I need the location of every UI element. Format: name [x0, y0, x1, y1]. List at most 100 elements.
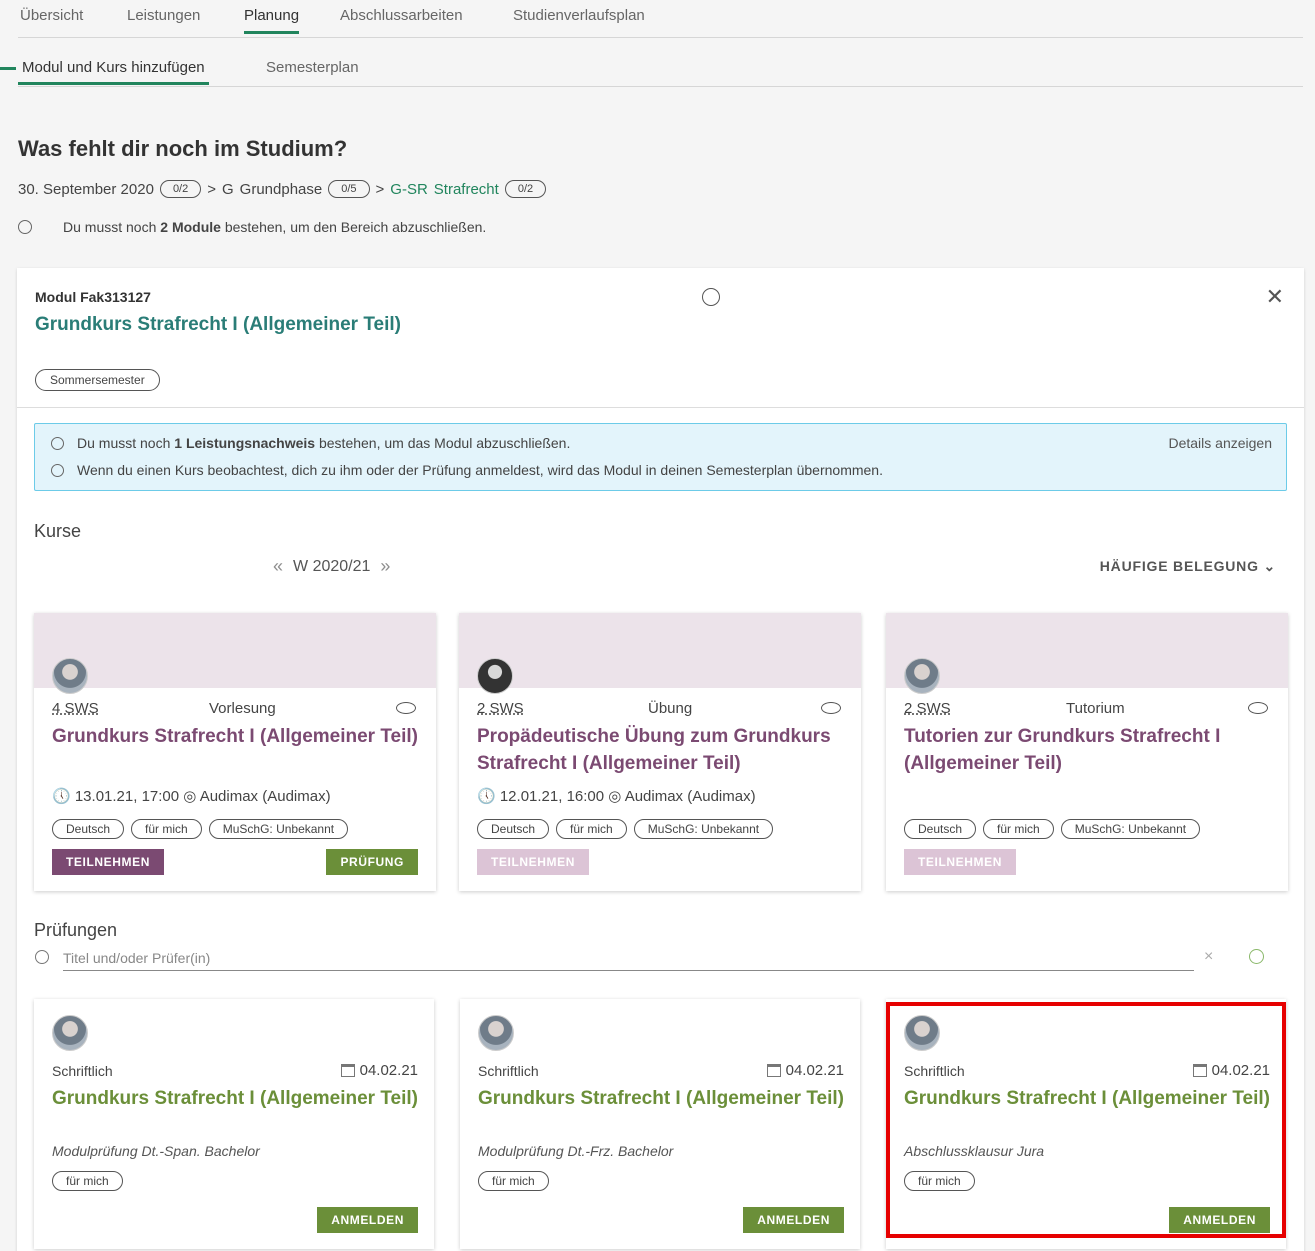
prev-semester-icon[interactable]: « — [273, 556, 283, 577]
pruefung-button[interactable]: PRÜFUNG — [326, 849, 418, 875]
exam-title[interactable]: Grundkurs Strafrecht I (Allgemeiner Teil… — [478, 1085, 848, 1112]
module-notice: Du musst noch 1 Leistungsnachweis besteh… — [34, 423, 1287, 491]
clock-icon — [702, 288, 720, 306]
crumb-g-count: 0/5 — [328, 180, 370, 198]
tab-modul-kurs-hinzufuegen[interactable]: Modul und Kurs hinzufügen — [18, 59, 209, 85]
tag-muschg: MuSchG: Unbekannt — [633, 819, 774, 839]
course-banner — [459, 613, 861, 688]
tab-planung[interactable]: Planung — [244, 7, 300, 34]
module-code: Modul Fak313127 — [35, 289, 151, 305]
exam-date-text: 04.02.21 — [785, 1062, 844, 1079]
course-meta: 2 SWS Tutorium — [904, 700, 1270, 717]
area-info: Du musst noch 2 Module bestehen, um den … — [18, 219, 486, 235]
area-info-suffix: bestehen, um den Bereich abzuschließen. — [224, 219, 487, 235]
eye-icon[interactable] — [396, 702, 416, 714]
search-input[interactable] — [63, 946, 1194, 971]
tag-muschg: MuSchG: Unbekannt — [1060, 819, 1201, 839]
course-tags: Deutsch für mich MuSchG: Unbekannt — [477, 819, 774, 839]
exam-date-text: 04.02.21 — [359, 1062, 418, 1079]
exam-card: Schriftlich 04.02.21 Grundkurs Strafrech… — [34, 999, 434, 1249]
anmelden-button[interactable]: ANMELDEN — [1169, 1207, 1270, 1233]
tag-language: Deutsch — [477, 819, 550, 839]
clear-icon[interactable]: × — [1204, 948, 1213, 966]
exam-card: Schriftlich 04.02.21 Grundkurs Strafrech… — [886, 999, 1286, 1249]
calendar-icon — [1192, 1064, 1207, 1077]
sort-dropdown[interactable]: HÄUFIGE BELEGUNG ⌄ — [1100, 558, 1276, 575]
tab-abschlussarbeiten[interactable]: Abschlussarbeiten — [340, 7, 463, 32]
crumb-sr-code[interactable]: G-SR — [390, 181, 428, 198]
course-title[interactable]: Tutorien zur Grundkurs Strafrecht I (All… — [904, 723, 1274, 777]
avatar — [904, 1015, 940, 1051]
module-title[interactable]: Grundkurs Strafrecht I (Allgemeiner Teil… — [35, 314, 401, 336]
notice-line-2: Wenn du einen Kurs beobachtest, dich zu … — [51, 462, 883, 478]
clock-icon — [51, 436, 64, 450]
clock-icon — [18, 220, 32, 234]
tab-studienverlaufsplan[interactable]: Studienverlaufsplan — [513, 7, 645, 32]
crumb-g-name[interactable]: Grundphase — [240, 181, 323, 198]
notice-line-1: Du musst noch 1 Leistungsnachweis besteh… — [51, 435, 570, 451]
teilnehmen-button[interactable]: TEILNEHMEN — [904, 849, 1016, 875]
exam-date: 04.02.21 — [340, 1062, 418, 1079]
area-info-bold: 2 Module — [160, 219, 221, 235]
course-title[interactable]: Propädeutische Übung zum Grundkurs Straf… — [477, 723, 847, 777]
info-icon[interactable] — [1249, 949, 1264, 964]
tab-leistungen[interactable]: Leistungen — [127, 7, 200, 32]
course-card: 2 SWS Übung Propädeutische Übung zum Gru… — [459, 613, 861, 891]
breadcrumb: 30. September 2020 0/2 > G Grundphase 0/… — [18, 180, 547, 198]
notice1-prefix: Du musst noch — [77, 435, 171, 451]
anmelden-button[interactable]: ANMELDEN — [743, 1207, 844, 1233]
avatar — [904, 658, 940, 694]
search-icon — [35, 950, 49, 964]
next-semester-icon[interactable]: » — [380, 556, 390, 577]
tag-language: Deutsch — [904, 819, 977, 839]
course-type: Vorlesung — [209, 700, 276, 717]
tag-fuer-mich: für mich — [556, 819, 627, 839]
semester-label: W 2020/21 — [293, 557, 371, 575]
course-type: Tutorium — [1066, 700, 1125, 717]
exam-kind: Schriftlich — [52, 1063, 113, 1079]
exam-date: 04.02.21 — [766, 1062, 844, 1079]
eye-icon[interactable] — [1248, 702, 1268, 714]
crumb-g-code[interactable]: G — [222, 181, 234, 198]
course-tags: Deutsch für mich MuSchG: Unbekannt — [52, 819, 349, 839]
tag-fuer-mich: für mich — [52, 1171, 123, 1191]
exam-date-text: 04.02.21 — [1211, 1062, 1270, 1079]
exam-subtitle: Modulprüfung Dt.-Frz. Bachelor — [478, 1143, 674, 1159]
main-tabs: Übersicht Leistungen Planung Abschlussar… — [18, 0, 1303, 38]
kurse-heading: Kurse — [34, 521, 82, 541]
exam-subtitle: Abschlussklausur Jura — [904, 1143, 1045, 1159]
notice1-suffix: bestehen, um das Modul abzuschließen. — [318, 435, 571, 451]
details-link[interactable]: Details anzeigen — [1168, 435, 1272, 451]
sws-label: 2 SWS — [904, 700, 951, 717]
course-banner — [34, 613, 436, 688]
close-icon[interactable]: ✕ — [1266, 284, 1284, 310]
course-when: 🕔 13.01.21, 17:00 ◎ Audimax (Audimax) — [52, 788, 331, 805]
tab-uebersicht[interactable]: Übersicht — [20, 7, 83, 32]
teilnehmen-button[interactable]: TEILNEHMEN — [477, 849, 589, 875]
tag-language: Deutsch — [52, 819, 125, 839]
chevron-right-icon: > — [207, 180, 216, 198]
exam-title[interactable]: Grundkurs Strafrecht I (Allgemeiner Teil… — [52, 1085, 422, 1112]
anmelden-button[interactable]: ANMELDEN — [317, 1207, 418, 1233]
tag-fuer-mich: für mich — [983, 819, 1054, 839]
area-info-prefix: Du musst noch — [63, 219, 157, 235]
course-title[interactable]: Grundkurs Strafrecht I (Allgemeiner Teil… — [52, 723, 422, 750]
crumb-sr-count: 0/2 — [504, 180, 547, 198]
crumb-date-count: 0/2 — [159, 180, 202, 198]
course-card: 4 SWS Vorlesung Grundkurs Strafrecht I (… — [34, 613, 436, 891]
course-when: 🕔 12.01.21, 16:00 ◎ Audimax (Audimax) — [477, 788, 756, 805]
tab-semesterplan[interactable]: Semesterplan — [266, 59, 359, 82]
chevron-right-icon: > — [375, 180, 385, 198]
course-type: Übung — [648, 700, 693, 717]
tag-fuer-mich: für mich — [478, 1171, 549, 1191]
exam-subtitle: Modulprüfung Dt.-Span. Bachelor — [52, 1143, 260, 1159]
exam-title[interactable]: Grundkurs Strafrecht I (Allgemeiner Teil… — [904, 1085, 1274, 1112]
teilnehmen-button[interactable]: TEILNEHMEN — [52, 849, 164, 875]
sub-tabs: Modul und Kurs hinzufügen Semesterplan — [18, 50, 1303, 87]
crumb-date[interactable]: 30. September 2020 — [18, 181, 154, 198]
eye-icon[interactable] — [821, 702, 841, 714]
avatar — [477, 658, 513, 694]
crumb-sr-name[interactable]: Strafrecht — [434, 181, 499, 198]
course-card: 2 SWS Tutorium Tutorien zur Grundkurs St… — [886, 613, 1288, 891]
course-banner — [886, 613, 1288, 688]
